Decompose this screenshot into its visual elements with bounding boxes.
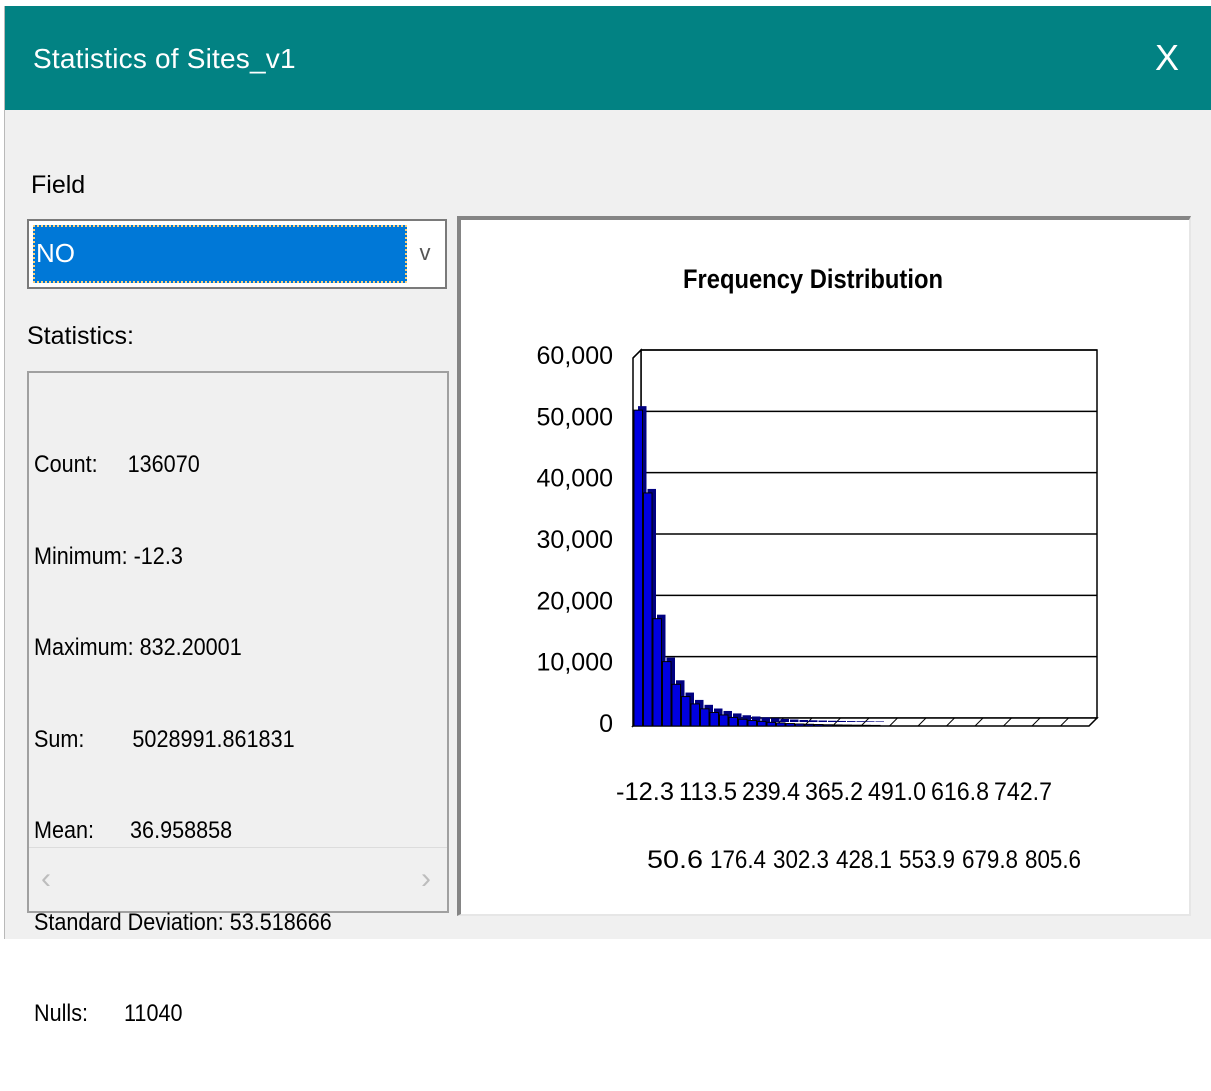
- statistics-dialog: Statistics of Sites_v1 X Field NO v Stat…: [4, 6, 1211, 1027]
- histogram-bar: [852, 724, 862, 727]
- histogram-bar: [652, 618, 662, 727]
- close-icon: X: [1154, 37, 1179, 78]
- histogram-bar: [690, 703, 700, 727]
- histogram-bar: [776, 722, 786, 727]
- histogram-bar: [719, 714, 729, 727]
- histogram-bar: [671, 683, 681, 727]
- close-button[interactable]: X: [1122, 6, 1211, 110]
- stat-mean-line: Mean: 36.958858: [34, 817, 233, 844]
- histogram-bar: [747, 719, 757, 727]
- x-tick-label: 428.1: [836, 846, 892, 874]
- histogram-bar: [643, 492, 653, 727]
- x-tick-label: 176.4: [710, 846, 766, 874]
- y-tick-label: 40,000: [537, 465, 613, 493]
- histogram-bar: [757, 720, 767, 727]
- y-tick-label: 60,000: [537, 342, 613, 370]
- horizontal-scrollbar[interactable]: ‹ ›: [29, 847, 447, 911]
- chart-title: Frequency Distribution: [683, 265, 943, 295]
- stat-maximum-line: Maximum: 832.20001: [34, 634, 242, 661]
- y-tick-label: 10,000: [537, 649, 613, 677]
- histogram-bar: [871, 724, 881, 727]
- field-dropdown-value[interactable]: NO: [33, 225, 407, 283]
- scroll-left-icon[interactable]: ‹: [41, 862, 51, 896]
- scroll-right-icon[interactable]: ›: [421, 862, 431, 896]
- histogram-bar-depth: [847, 721, 856, 722]
- stat-nulls-line: Nulls: 11040: [34, 1000, 183, 1027]
- stat-sum-line: Sum: 5028991.861831: [34, 725, 295, 753]
- histogram-bar: [785, 723, 795, 727]
- stat-minimum-line: Minimum: -12.3: [34, 542, 183, 570]
- x-tick-label: 113.5: [679, 778, 737, 806]
- stat-count-line: Count: 136070: [34, 451, 200, 478]
- x-tick-label: 365.2: [805, 778, 863, 806]
- histogram-bar: [814, 724, 824, 727]
- x-tick-label: 616.8: [931, 778, 989, 806]
- histogram-bar-depth: [828, 720, 837, 722]
- histogram-bar: [766, 721, 776, 727]
- histogram-bar: [842, 724, 852, 727]
- x-tick-label: 805.6: [1025, 846, 1081, 874]
- statistics-label: Statistics:: [27, 322, 134, 350]
- histogram-bar: [662, 661, 672, 727]
- window-title: Statistics of Sites_v1: [33, 43, 296, 74]
- histogram-bar-depth: [837, 720, 846, 722]
- histogram-bar-depth: [799, 719, 808, 722]
- histogram-bar-depth: [856, 721, 865, 722]
- frequency-chart-panel: Frequency Distribution 60,000 50,000 40,00…: [457, 216, 1191, 916]
- statistics-text: Count: 136070 Minimum: -12.3 Maximum: 83…: [34, 389, 332, 1091]
- x-tick-label: 302.3: [773, 846, 829, 874]
- histogram-bar-depth: [875, 721, 884, 722]
- histogram-bar: [681, 696, 691, 727]
- x-tick-label: 491.0: [868, 778, 926, 806]
- histogram-bar: [633, 409, 643, 727]
- y-tick-label: 30,000: [537, 526, 613, 554]
- y-tick-label: 20,000: [537, 587, 613, 615]
- statistics-textbox[interactable]: Count: 136070 Minimum: -12.3 Maximum: 83…: [27, 371, 449, 1027]
- x-tick-label: 742.7: [994, 778, 1052, 806]
- histogram-bar: [795, 723, 805, 727]
- histogram-bar-depth: [780, 718, 789, 722]
- x-tick-label: 553.9: [899, 846, 955, 874]
- histogram-bar-depth: [866, 721, 875, 722]
- histogram-bar: [833, 724, 843, 727]
- x-tick-label: 50.6: [647, 846, 703, 874]
- y-tick-label: 50,000: [537, 403, 613, 431]
- histogram-bar-depth: [818, 720, 827, 722]
- histogram-bar: [700, 708, 710, 727]
- x-tick-label: 239.4: [742, 778, 800, 806]
- title-bar[interactable]: Statistics of Sites_v1 X: [5, 6, 1211, 110]
- histogram-bar-depth: [809, 720, 818, 722]
- stat-stddev-line: Standard Deviation: 53.518666: [34, 908, 332, 936]
- histogram-bar: [861, 724, 871, 727]
- histogram-bar-depth: [771, 718, 780, 722]
- histogram-bar: [738, 718, 748, 727]
- chevron-down-icon[interactable]: v: [411, 233, 439, 273]
- field-dropdown[interactable]: NO v: [27, 219, 447, 289]
- x-tick-label: -12.3: [616, 778, 674, 806]
- frequency-chart: Frequency Distribution 60,000 50,000 40,00…: [537, 265, 1099, 874]
- histogram-bar: [804, 723, 814, 727]
- field-label: Field: [31, 171, 86, 199]
- histogram-bar: [709, 712, 719, 727]
- histogram-bar: [823, 724, 833, 727]
- histogram-bar: [728, 716, 738, 727]
- x-tick-label: 679.8: [962, 846, 1018, 874]
- y-tick-label: 0: [599, 710, 613, 738]
- histogram-bar-depth: [790, 719, 799, 722]
